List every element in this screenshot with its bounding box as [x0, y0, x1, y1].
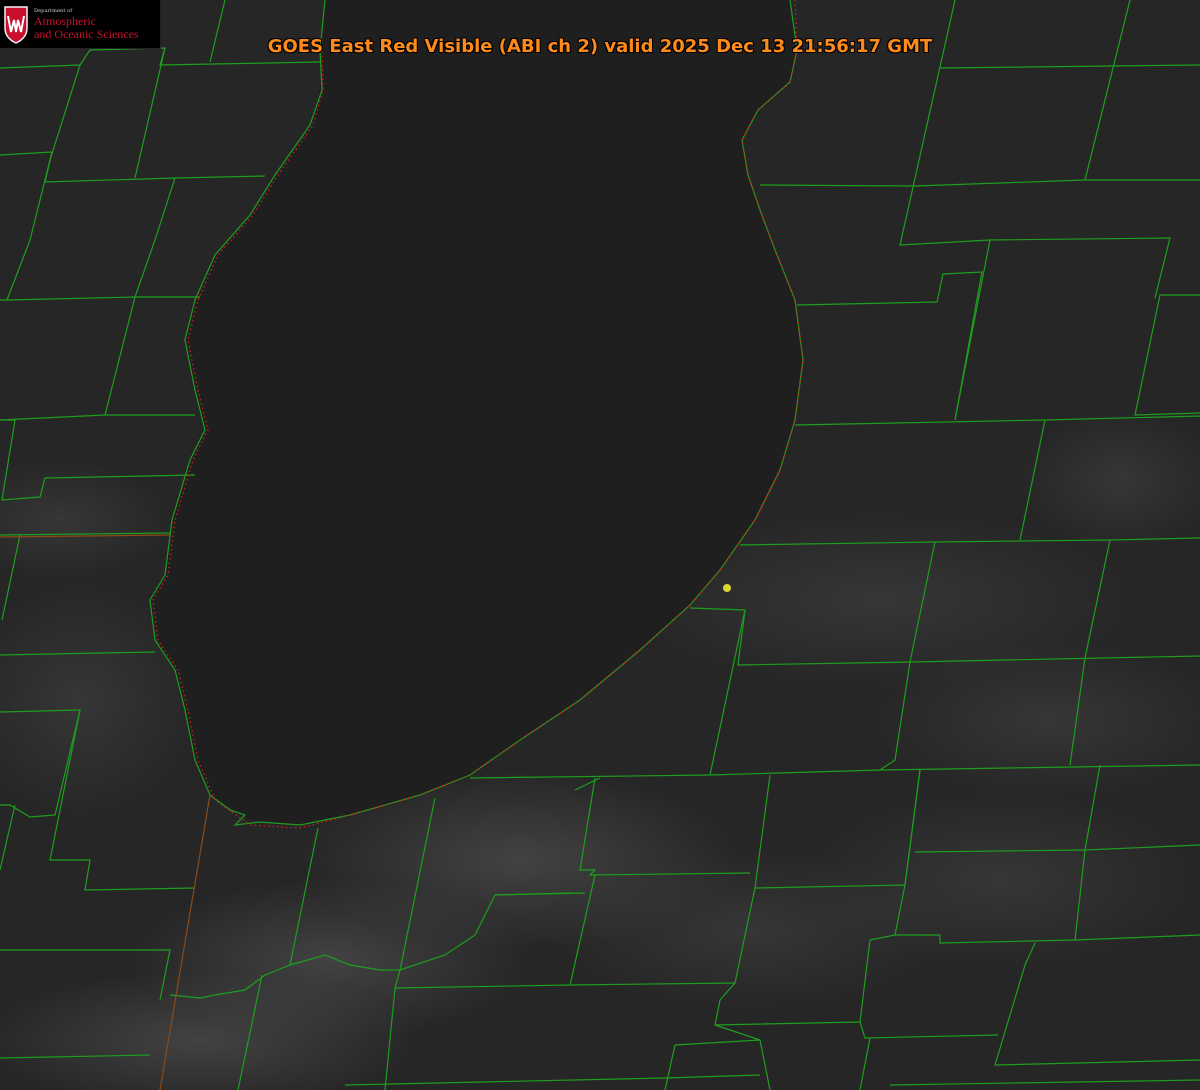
image-title: GOES East Red Visible (ABI ch 2) valid 2…: [267, 36, 933, 57]
site-marker-dot: [723, 584, 731, 592]
satellite-map: [0, 0, 1200, 1090]
